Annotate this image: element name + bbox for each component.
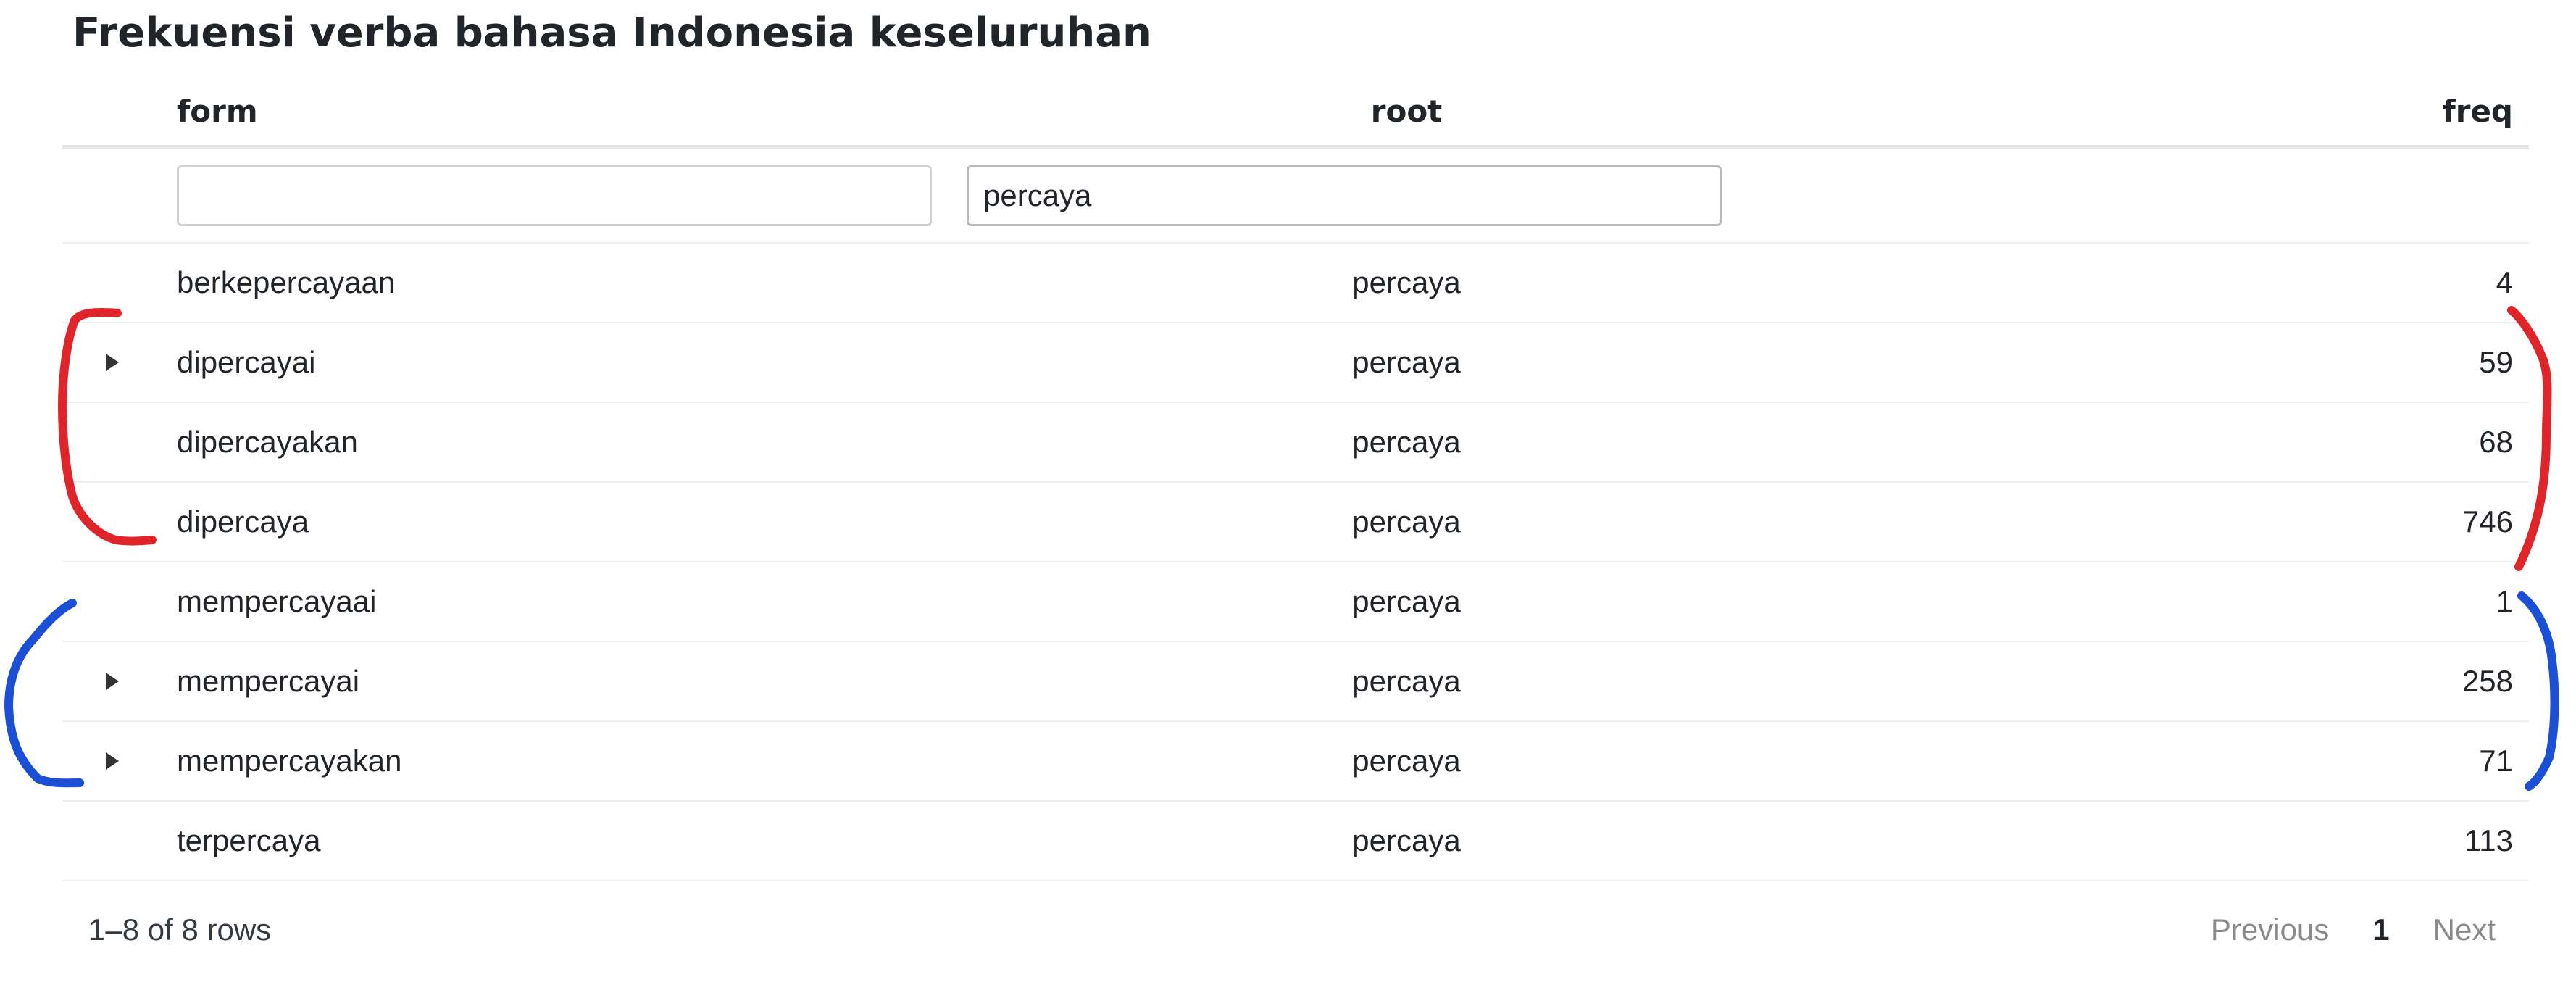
- cell-freq: 113: [2464, 823, 2513, 857]
- column-header-form[interactable]: form: [177, 87, 258, 145]
- form-filter-input[interactable]: [177, 165, 932, 226]
- triangle-right-icon: [106, 354, 119, 371]
- table-header: form root freq: [62, 87, 2529, 149]
- cell-root: percaya: [1352, 664, 1461, 698]
- table-row: mempercayakan percaya 71: [62, 722, 2529, 802]
- cell-form: mempercayai: [177, 664, 360, 698]
- next-button[interactable]: Next: [2414, 897, 2514, 963]
- table-body: berkepercayaan percaya 4 dipercayai perc…: [62, 244, 2529, 881]
- column-header-freq[interactable]: freq: [2442, 87, 2513, 145]
- filter-row: [62, 149, 2529, 244]
- cell-form: mempercayaai: [177, 584, 377, 618]
- expand-row-button[interactable]: [100, 670, 123, 693]
- page-controls: Previous 1 Next: [2192, 897, 2514, 963]
- cell-root: percaya: [1352, 823, 1461, 857]
- cell-form: terpercaya: [177, 823, 321, 857]
- cell-root: percaya: [1352, 504, 1461, 539]
- cell-freq: 1: [2496, 584, 2513, 618]
- table-row: berkepercayaan percaya 4: [62, 244, 2529, 323]
- cell-root: percaya: [1352, 744, 1461, 778]
- cell-freq: 59: [2479, 345, 2513, 379]
- cell-freq: 68: [2479, 425, 2513, 459]
- table-row: mempercayaai percaya 1: [62, 562, 2529, 642]
- table-row: mempercayai percaya 258: [62, 642, 2529, 722]
- data-table: form root freq berkepercayaan percaya 4 …: [62, 87, 2529, 881]
- cell-freq: 746: [2462, 504, 2513, 539]
- page-title: Frekuensi verba bahasa Indonesia keselur…: [72, 9, 1151, 57]
- expand-row-button[interactable]: [100, 351, 123, 374]
- cell-form: berkepercayaan: [177, 265, 396, 299]
- pagination: 1–8 of 8 rows Previous 1 Next: [62, 897, 2529, 963]
- cell-form: dipercayakan: [177, 425, 358, 459]
- cell-form: dipercayai: [177, 345, 316, 379]
- cell-root: percaya: [1352, 265, 1461, 299]
- previous-button[interactable]: Previous: [2192, 897, 2348, 963]
- triangle-right-icon: [106, 673, 119, 690]
- cell-freq: 258: [2462, 664, 2513, 698]
- cell-form: dipercaya: [177, 504, 309, 539]
- cell-freq: 71: [2479, 744, 2513, 778]
- root-filter-input[interactable]: [967, 165, 1722, 226]
- table-row: dipercaya percaya 746: [62, 483, 2529, 562]
- cell-root: percaya: [1352, 584, 1461, 618]
- page-number-button[interactable]: 1: [2348, 897, 2414, 963]
- table-row: terpercaya percaya 113: [62, 802, 2529, 881]
- page-info: 1–8 of 8 rows: [88, 913, 272, 947]
- table-row: dipercayai percaya 59: [62, 323, 2529, 403]
- expand-row-button[interactable]: [100, 749, 123, 773]
- triangle-right-icon: [106, 752, 119, 770]
- cell-root: percaya: [1352, 425, 1461, 459]
- column-header-root[interactable]: root: [1061, 87, 1752, 145]
- table-row: dipercayakan percaya 68: [62, 403, 2529, 483]
- cell-root: percaya: [1352, 345, 1461, 379]
- cell-freq: 4: [2496, 265, 2513, 299]
- cell-form: mempercayakan: [177, 744, 402, 778]
